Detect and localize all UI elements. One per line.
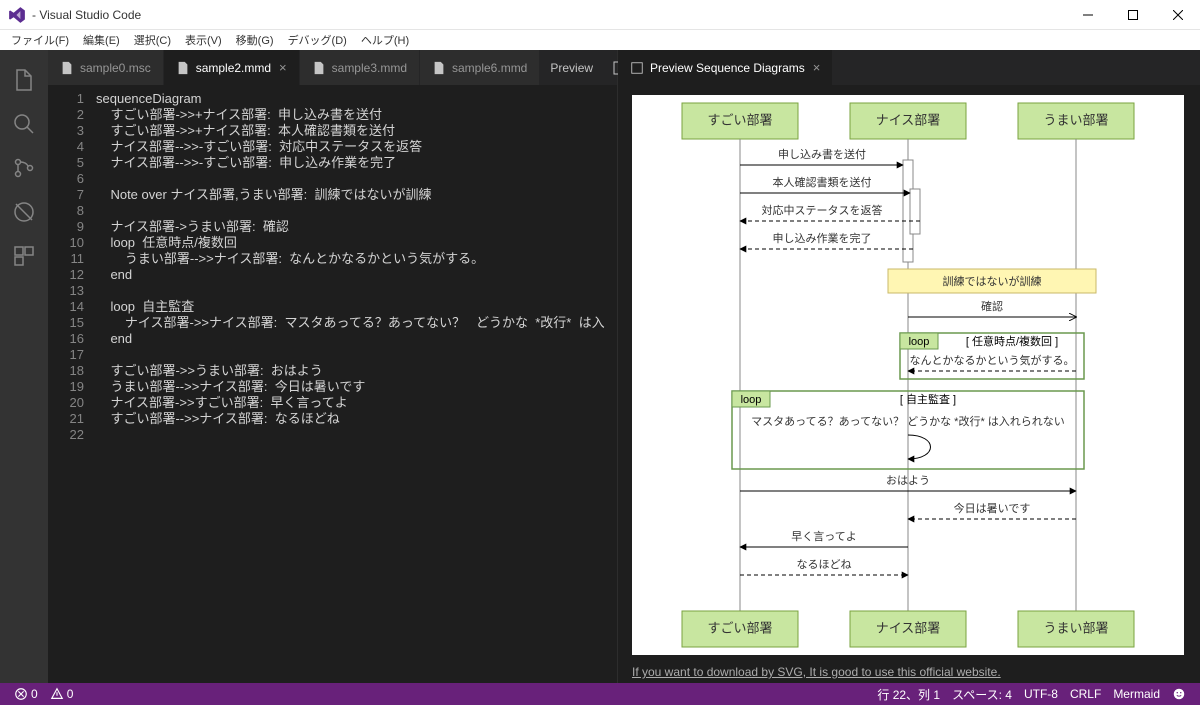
download-link[interactable]: If you want to download by SVG, It is go…: [632, 665, 1186, 679]
actor-umai-bottom: うまい部署: [1043, 620, 1108, 635]
activity-extensions-icon[interactable]: [0, 234, 48, 278]
code-editor[interactable]: 12345678910111213141516171819202122 sequ…: [48, 85, 617, 683]
activity-explorer-icon[interactable]: [0, 58, 48, 102]
tab-label: sample0.msc: [80, 61, 151, 75]
msg-1: 申し込み書を送付: [778, 147, 866, 161]
activity-git-icon[interactable]: [0, 146, 48, 190]
menu-help[interactable]: ヘルプ(H): [354, 32, 416, 48]
loop1-body: なんとかなるかという気がする。: [910, 353, 1075, 367]
loop2-label: loop: [741, 394, 762, 406]
status-errors[interactable]: 0: [8, 687, 44, 701]
menu-edit[interactable]: 編集(E): [76, 32, 127, 48]
tail-4: なるほどね: [797, 558, 852, 571]
menubar: ファイル(F) 編集(E) 選択(C) 表示(V) 移動(G) デバッグ(D) …: [0, 30, 1200, 50]
tab-label: sample2.mmd: [196, 61, 271, 75]
loop2-title: [ 自主監査 ]: [900, 392, 956, 406]
tab-label: sample6.mmd: [452, 61, 527, 75]
file-icon: [60, 61, 74, 75]
menu-go[interactable]: 移動(G): [229, 32, 281, 48]
note-text: 訓練ではないが訓練: [943, 274, 1042, 288]
actor-umai-top: うまい部署: [1043, 112, 1108, 127]
loop1-title: [ 任意時点/複数回 ]: [966, 334, 1058, 348]
status-lang[interactable]: Mermaid: [1107, 687, 1166, 701]
msg-2: 本人確認書類を送付: [773, 175, 872, 189]
loop1-label: loop: [909, 336, 930, 348]
preview-panel: すごい部署 ナイス部署 うまい部署 申し込み書を送付: [618, 85, 1200, 683]
window-minimize-button[interactable]: [1065, 0, 1110, 30]
menu-file[interactable]: ファイル(F): [4, 32, 76, 48]
close-icon[interactable]: ×: [279, 60, 287, 75]
activity-search-icon[interactable]: [0, 102, 48, 146]
window-titlebar: - Visual Studio Code: [0, 0, 1200, 30]
close-icon[interactable]: ×: [813, 60, 821, 75]
msg-3: 対応中ステータスを返答: [762, 203, 883, 217]
code-content[interactable]: sequenceDiagram すごい部署->>+ナイス部署: 申し込み書を送付…: [96, 85, 617, 683]
tab-label: Preview Sequence Diagrams: [650, 61, 805, 75]
activity-debug-icon[interactable]: [0, 190, 48, 234]
tab-label: sample3.mmd: [332, 61, 407, 75]
preview-icon: [630, 61, 644, 75]
editor-tabs-left: sample0.msc sample2.mmd × sample3.mmd sa…: [48, 50, 617, 85]
status-warnings[interactable]: 0: [44, 687, 80, 701]
tail-3: 早く言ってよ: [791, 530, 856, 543]
tail-2: 今日は暑いです: [954, 501, 1031, 515]
editor-tabs-right: Preview Sequence Diagrams ×: [618, 50, 1200, 85]
menu-select[interactable]: 選択(C): [127, 32, 178, 48]
status-spaces[interactable]: スペース: 4: [946, 686, 1018, 703]
loop2-body: マスタあってる？あってない？ どうかな *改行* は入れられない: [751, 414, 1065, 428]
actor-nice-bottom: ナイス部署: [876, 620, 941, 635]
statusbar: 0 0 行 22、列 1 スペース: 4 UTF-8 CRLF Mermaid: [0, 683, 1200, 705]
window-close-button[interactable]: [1155, 0, 1200, 30]
tab-sample3[interactable]: sample3.mmd: [300, 50, 420, 85]
msg-4: 申し込み作業を完了: [773, 231, 872, 245]
actor-nice-top: ナイス部署: [876, 112, 941, 127]
menu-debug[interactable]: デバッグ(D): [281, 32, 354, 48]
tab-action-preview[interactable]: Preview: [540, 50, 603, 85]
actor-sugoi-bottom: すごい部署: [707, 620, 772, 635]
file-icon: [176, 61, 190, 75]
window-title: - Visual Studio Code: [32, 8, 1065, 22]
status-feedback-icon[interactable]: [1166, 687, 1192, 701]
window-maximize-button[interactable]: [1110, 0, 1155, 30]
line-gutter: 12345678910111213141516171819202122: [48, 85, 96, 683]
status-eol[interactable]: CRLF: [1064, 687, 1107, 701]
status-encoding[interactable]: UTF-8: [1018, 687, 1064, 701]
actor-sugoi-top: すごい部署: [707, 112, 772, 127]
tab-sample2[interactable]: sample2.mmd ×: [164, 50, 300, 85]
file-icon: [432, 61, 446, 75]
tab-sample6[interactable]: sample6.mmd: [420, 50, 540, 85]
tab-preview-sequence[interactable]: Preview Sequence Diagrams ×: [618, 50, 833, 85]
menu-view[interactable]: 表示(V): [178, 32, 229, 48]
file-icon: [312, 61, 326, 75]
tail-1: おはよう: [886, 474, 930, 487]
activity-bar: [0, 50, 48, 683]
tab-sample0[interactable]: sample0.msc: [48, 50, 164, 85]
status-cursor[interactable]: 行 22、列 1: [871, 686, 946, 703]
sequence-diagram: すごい部署 ナイス部署 うまい部署 申し込み書を送付: [632, 95, 1184, 655]
msg-confirm: 確認: [981, 299, 1003, 313]
app-icon: [8, 6, 26, 24]
